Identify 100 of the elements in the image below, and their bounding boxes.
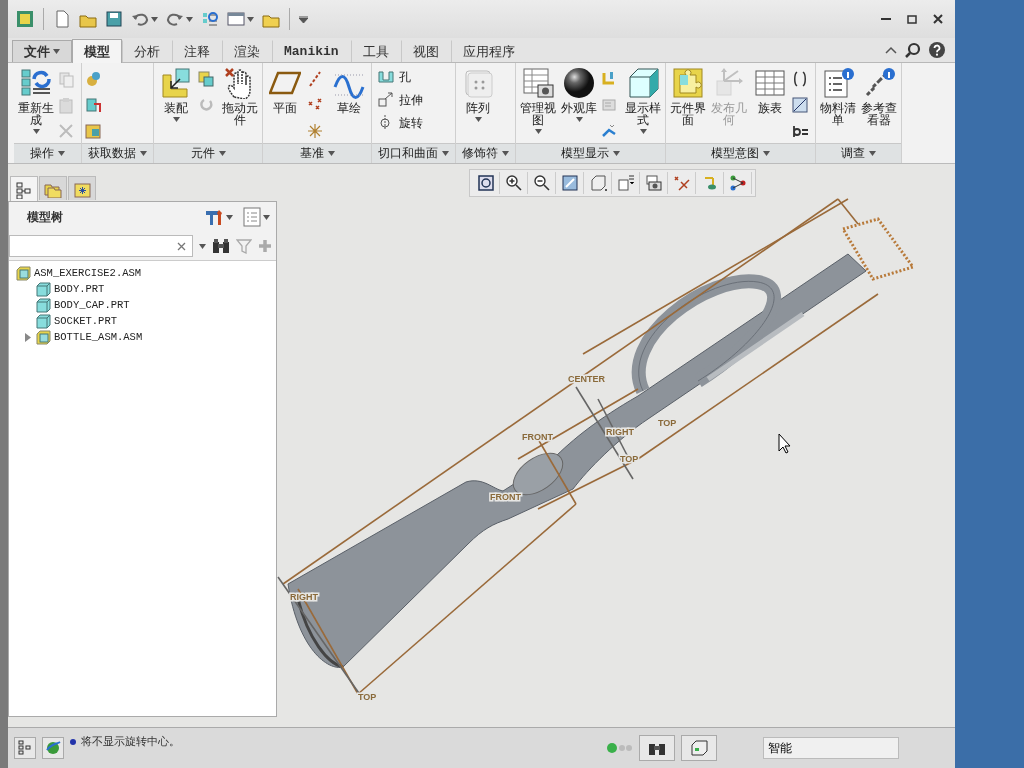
- tree-item[interactable]: BODY.PRT: [11, 281, 274, 297]
- ribbon-button[interactable]: 旋转: [377, 113, 423, 133]
- panel-tab[interactable]: [39, 176, 67, 200]
- tree-item[interactable]: SOCKET.PRT: [11, 313, 274, 329]
- save-icon: [105, 10, 123, 28]
- caret-icon: [32, 129, 40, 134]
- ribbon-button[interactable]: 拖动元件: [220, 67, 260, 126]
- tree-item[interactable]: ASM_EXERCISE2.ASM: [11, 265, 274, 281]
- zoom-fit-icon: [477, 174, 495, 192]
- ribbon-tab[interactable]: 工具: [350, 40, 401, 62]
- group-menu-button[interactable]: 调查: [816, 143, 901, 163]
- ribbon-tab[interactable]: 注释: [172, 40, 222, 62]
- ribbon-tab[interactable]: 视图: [400, 40, 451, 62]
- table-camera-icon: [522, 67, 554, 99]
- selection-box-button[interactable]: [681, 735, 717, 761]
- chain-info-icon: [863, 67, 895, 99]
- caret-icon: [226, 214, 233, 220]
- part-icon: [36, 313, 51, 329]
- find-button[interactable]: [212, 238, 230, 254]
- binoculars-icon: [212, 238, 230, 254]
- ribbon-tab[interactable]: Manikin: [272, 40, 351, 62]
- caret-icon: [172, 117, 180, 122]
- group-menu-button[interactable]: 基准: [263, 143, 371, 163]
- ribbon-button[interactable]: 重新生成: [16, 67, 56, 134]
- copy-icon: [57, 70, 75, 88]
- ribbon-button[interactable]: 管理视图: [518, 67, 558, 134]
- tree-icon: [17, 740, 33, 756]
- repaint-icon: [561, 174, 579, 192]
- ribbon-button[interactable]: 拉伸: [377, 90, 423, 110]
- saved-views-icon: [617, 174, 635, 192]
- regenerate-icon: [20, 67, 52, 99]
- package-icon: [197, 70, 215, 88]
- regenerate-icon: [201, 10, 219, 28]
- group-menu-button[interactable]: 修饰符: [456, 143, 515, 163]
- caret-icon: [639, 129, 647, 134]
- panel-tab[interactable]: [10, 176, 38, 202]
- layer-icon: [600, 96, 618, 114]
- tree-item[interactable]: BOTTLE_ASM.ASM: [11, 329, 274, 345]
- file-icon: [53, 10, 71, 28]
- filter-dropdown[interactable]: 智能: [763, 737, 899, 759]
- ribbon-button[interactable]: 草绘: [329, 67, 369, 114]
- group-menu-button[interactable]: 切口和曲面: [372, 143, 455, 163]
- ribbon-tab[interactable]: 模型: [72, 39, 122, 63]
- status-lights-icon: [607, 743, 633, 753]
- file-menu[interactable]: 文件: [12, 40, 72, 62]
- ribbon-button[interactable]: 平面: [265, 67, 305, 114]
- zoom-out-icon: [533, 174, 551, 192]
- caret-icon: [869, 151, 876, 156]
- ribbon-button[interactable]: 参考查看器: [859, 67, 899, 126]
- chevron-up-icon: [885, 45, 897, 55]
- show-button[interactable]: [243, 207, 270, 227]
- datum-label: TOP: [658, 418, 677, 428]
- search-button[interactable]: [905, 42, 921, 58]
- assembly-icon: [16, 265, 31, 281]
- extrude-icon: [377, 91, 395, 109]
- ribbon-button[interactable]: 物料清单: [818, 67, 858, 126]
- settings-button[interactable]: [204, 208, 233, 226]
- group-menu-button[interactable]: 获取数据: [82, 143, 153, 163]
- ribbon-tab[interactable]: 应用程序: [450, 40, 527, 62]
- caret-icon: [58, 151, 65, 156]
- find-button[interactable]: [639, 735, 675, 761]
- help-icon: [929, 42, 945, 58]
- cube-icon: [627, 67, 659, 99]
- dropdown-button[interactable]: [199, 243, 206, 249]
- datum-label: FRONT: [490, 492, 521, 502]
- shaded-cube-icon: [589, 174, 607, 192]
- collapse-ribbon-button[interactable]: [885, 45, 897, 55]
- ribbon-tab[interactable]: 分析: [122, 40, 172, 62]
- ribbon-tab[interactable]: 渲染: [222, 40, 272, 62]
- parentheses-icon: [791, 70, 809, 88]
- tree-item[interactable]: BODY_CAP.PRT: [11, 297, 274, 313]
- status-message: 将不显示旋转中心。: [81, 734, 180, 749]
- search-field[interactable]: [9, 235, 193, 257]
- caret-icon: [53, 49, 60, 54]
- ribbon-button[interactable]: 阵列: [458, 67, 498, 122]
- datum-display-icon: [673, 174, 691, 192]
- close-icon: [933, 14, 943, 24]
- ribbon-button[interactable]: 孔: [377, 67, 423, 87]
- group-menu-button[interactable]: 模型意图: [666, 143, 815, 163]
- caret-icon: [199, 243, 206, 249]
- pattern-icon: [462, 67, 494, 99]
- help-button[interactable]: [929, 42, 945, 58]
- datum-label: FRONT: [522, 432, 553, 442]
- ribbon-button[interactable]: 显示样式: [623, 67, 663, 134]
- expand-arrow-icon[interactable]: [25, 332, 31, 342]
- group-menu-button[interactable]: 模型显示: [516, 143, 665, 163]
- ribbon-button[interactable]: 装配: [156, 67, 196, 122]
- model-tree-toggle-button[interactable]: [14, 737, 36, 759]
- ribbon-button[interactable]: 外观库: [559, 67, 599, 122]
- browser-toggle-button[interactable]: [42, 737, 64, 759]
- datum-label: TOP: [358, 692, 377, 702]
- group-menu-button[interactable]: 元件: [154, 143, 262, 163]
- group-menu-button[interactable]: 操作: [14, 143, 81, 163]
- list-document-icon: [243, 207, 261, 227]
- caret-icon: [763, 151, 770, 156]
- panel-tab[interactable]: [68, 176, 96, 200]
- ribbon-button[interactable]: 元件界面: [668, 67, 708, 126]
- network-icon: [729, 174, 747, 192]
- ribbon-button[interactable]: 族表: [750, 67, 790, 114]
- clear-icon[interactable]: [177, 241, 186, 251]
